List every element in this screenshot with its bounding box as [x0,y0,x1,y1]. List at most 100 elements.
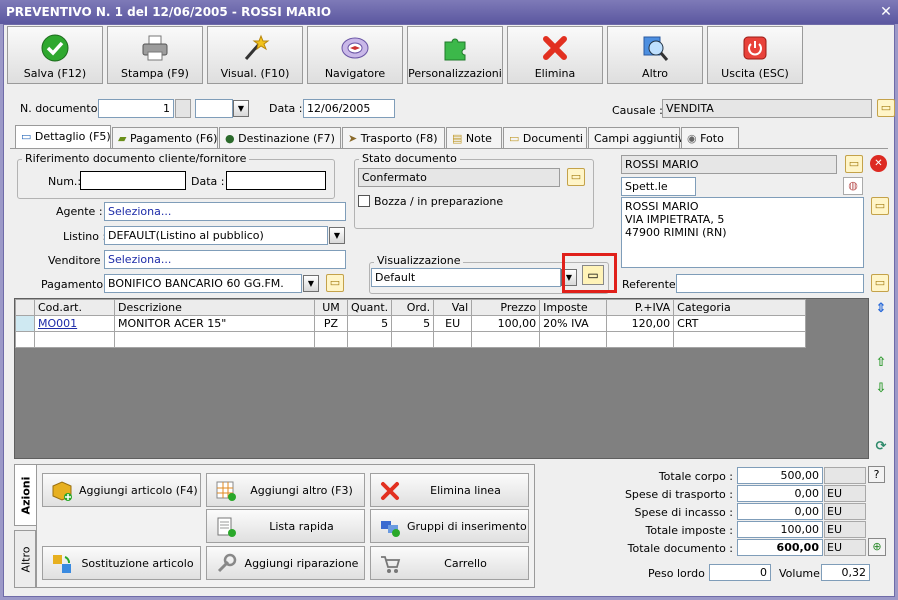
wrench-icon [217,553,237,573]
spese-incasso-value[interactable]: 0,00 [737,503,823,520]
totale-corpo-value[interactable]: 500,00 [737,467,823,484]
tab-dettaglio[interactable]: ▭ Dettaglio (F5) [15,125,111,149]
row-marker[interactable] [15,315,35,332]
move-top-icon[interactable]: ⇕ [872,300,890,320]
add-article-button[interactable]: Aggiungi articolo (F4) [42,473,201,507]
quick-list-button[interactable]: Lista rapida [206,509,365,543]
chevron-down-icon[interactable]: ▼ [329,227,345,244]
action-label: Sostituzione articolo [81,557,194,570]
volume-value[interactable]: 0,32 [821,564,870,581]
spese-trasporto-value[interactable]: 0,00 [737,485,823,502]
column-header[interactable]: Quant. [346,299,393,316]
column-header[interactable]: Imposte [539,299,608,316]
column-header[interactable]: Descrizione [114,299,315,316]
table-cell[interactable]: 5 [346,315,393,332]
bozza-checkbox[interactable] [358,195,370,207]
help-button[interactable]: ? [868,466,885,483]
column-header[interactable]: Categoria [673,299,807,316]
column-header[interactable]: Prezzo [471,299,541,316]
address-box[interactable]: ROSSI MARIO VIA IMPIETRATA, 5 47900 RIMI… [621,197,864,268]
tab-documenti[interactable]: ▭ Documenti [503,127,587,149]
print-button[interactable]: Stampa (F9) [107,26,203,84]
table-cell[interactable]: PZ [314,315,348,332]
listino-select[interactable]: DEFAULT(Listino al pubblico) [104,226,328,245]
customer-name[interactable]: ROSSI MARIO [621,155,837,174]
peso-lordo-value[interactable]: 0 [709,564,771,581]
arrow-up-icon[interactable]: ⇧ [872,354,890,374]
navigator-button[interactable]: Navigatore [307,26,403,84]
replace-article-button[interactable]: Sostituzione articolo [42,546,201,580]
folder-icon[interactable]: ▭ [326,274,344,292]
num-doc-input[interactable]: 1 [98,99,174,118]
num-doc-suffix[interactable] [175,99,191,118]
stato-field[interactable]: Confermato [358,168,560,187]
table-cell[interactable]: 100,00 [471,315,541,332]
cart-button[interactable]: Carrello [370,546,529,580]
other-button[interactable]: Altro [607,26,703,84]
arrow-down-icon[interactable]: ⇩ [872,380,890,400]
folder-icon[interactable]: ▭ [877,99,895,117]
rif-num-label: Num.: [48,175,82,188]
add-other-button[interactable]: Aggiungi altro (F3) [206,473,365,507]
date-input[interactable]: 12/06/2005 [303,99,395,118]
totale-imposte-value[interactable]: 100,00 [737,521,823,538]
add-repair-button[interactable]: Aggiungi riparazione [206,546,365,580]
rif-num-input[interactable] [80,171,186,190]
cart-icon [381,556,401,573]
table-cell[interactable]: 120,00 [606,315,675,332]
zoom-in-icon[interactable]: ⊕ [868,538,886,556]
tab-campi-aggiuntivi[interactable]: Campi aggiuntivi [588,127,687,149]
folder-icon[interactable]: ▭ [845,155,863,173]
save-button[interactable]: Salva (F12) [7,26,103,84]
agente-select[interactable]: Seleziona... [104,202,346,221]
venditore-select[interactable]: Seleziona... [104,250,346,269]
customize-button[interactable]: Personalizzazioni [407,26,503,84]
preview-button[interactable]: Visual. (F10) [207,26,303,84]
column-header[interactable]: Cod.art. [34,299,115,316]
column-header[interactable]: P.+IVA [606,299,675,316]
table-cell[interactable]: MONITOR ACER 15" [114,315,315,332]
causale-field[interactable]: VENDITA [662,99,872,118]
series-select[interactable] [195,99,233,118]
table-cell[interactable]: 20% IVA [539,315,608,332]
table-row-empty[interactable] [15,331,807,348]
side-tab-azioni[interactable]: Azioni [14,464,36,526]
checkmark-icon [41,34,69,62]
totale-documento-value[interactable]: 600,00 [737,539,823,556]
table-cell[interactable]: 5 [391,315,435,332]
column-header[interactable]: UM [314,299,348,316]
salutation-field[interactable]: Spett.le [621,177,696,196]
delete-line-button[interactable]: Elimina linea [370,473,529,507]
tab-note[interactable]: ▤ Note [446,127,502,149]
tab-pagamento[interactable]: ▰ Pagamento (F6) [112,127,218,149]
person-search-icon[interactable]: ◍ [843,177,863,195]
referente-input[interactable] [676,274,864,293]
rif-data-input[interactable] [226,171,326,190]
preview-button-label: Visual. (F10) [220,67,290,80]
chevron-down-icon[interactable]: ▼ [303,275,319,292]
side-tab-altro[interactable]: Altro [14,530,36,588]
pagamento-select[interactable]: BONIFICO BANCARIO 60 GG.FM. [104,274,302,293]
tab-destinazione[interactable]: ● Destinazione (F7) [219,127,341,149]
column-header[interactable]: Ord. [391,299,435,316]
refresh-icon[interactable]: ⟳ [872,438,890,458]
article-code-link[interactable]: MO001 [38,317,77,330]
chevron-down-icon[interactable]: ▼ [233,100,249,117]
exit-button[interactable]: Uscita (ESC) [707,26,803,84]
insert-groups-button[interactable]: Gruppi di inserimento [370,509,529,543]
table-cell[interactable]: EU [433,315,473,332]
delete-button[interactable]: Elimina [507,26,603,84]
folder-icon[interactable]: ▭ [871,197,889,215]
table-row[interactable]: MO001 MONITOR ACER 15" PZ 5 5 EU 100,00 … [15,315,807,332]
view-settings-icon[interactable]: ▭ [582,265,604,285]
remove-customer-icon[interactable]: ✕ [870,155,887,172]
tab-trasporto[interactable]: ➤ Trasporto (F8) [342,127,445,149]
add-box-icon [52,481,72,501]
close-icon[interactable]: ✕ [878,4,894,20]
tab-foto[interactable]: ◉ Foto [681,127,739,149]
table-cell[interactable]: CRT [673,315,807,332]
column-header[interactable]: Val [433,299,473,316]
folder-icon[interactable]: ▭ [871,274,889,292]
folder-icon[interactable]: ▭ [567,168,585,186]
visualizzazione-select[interactable]: Default [371,268,561,287]
